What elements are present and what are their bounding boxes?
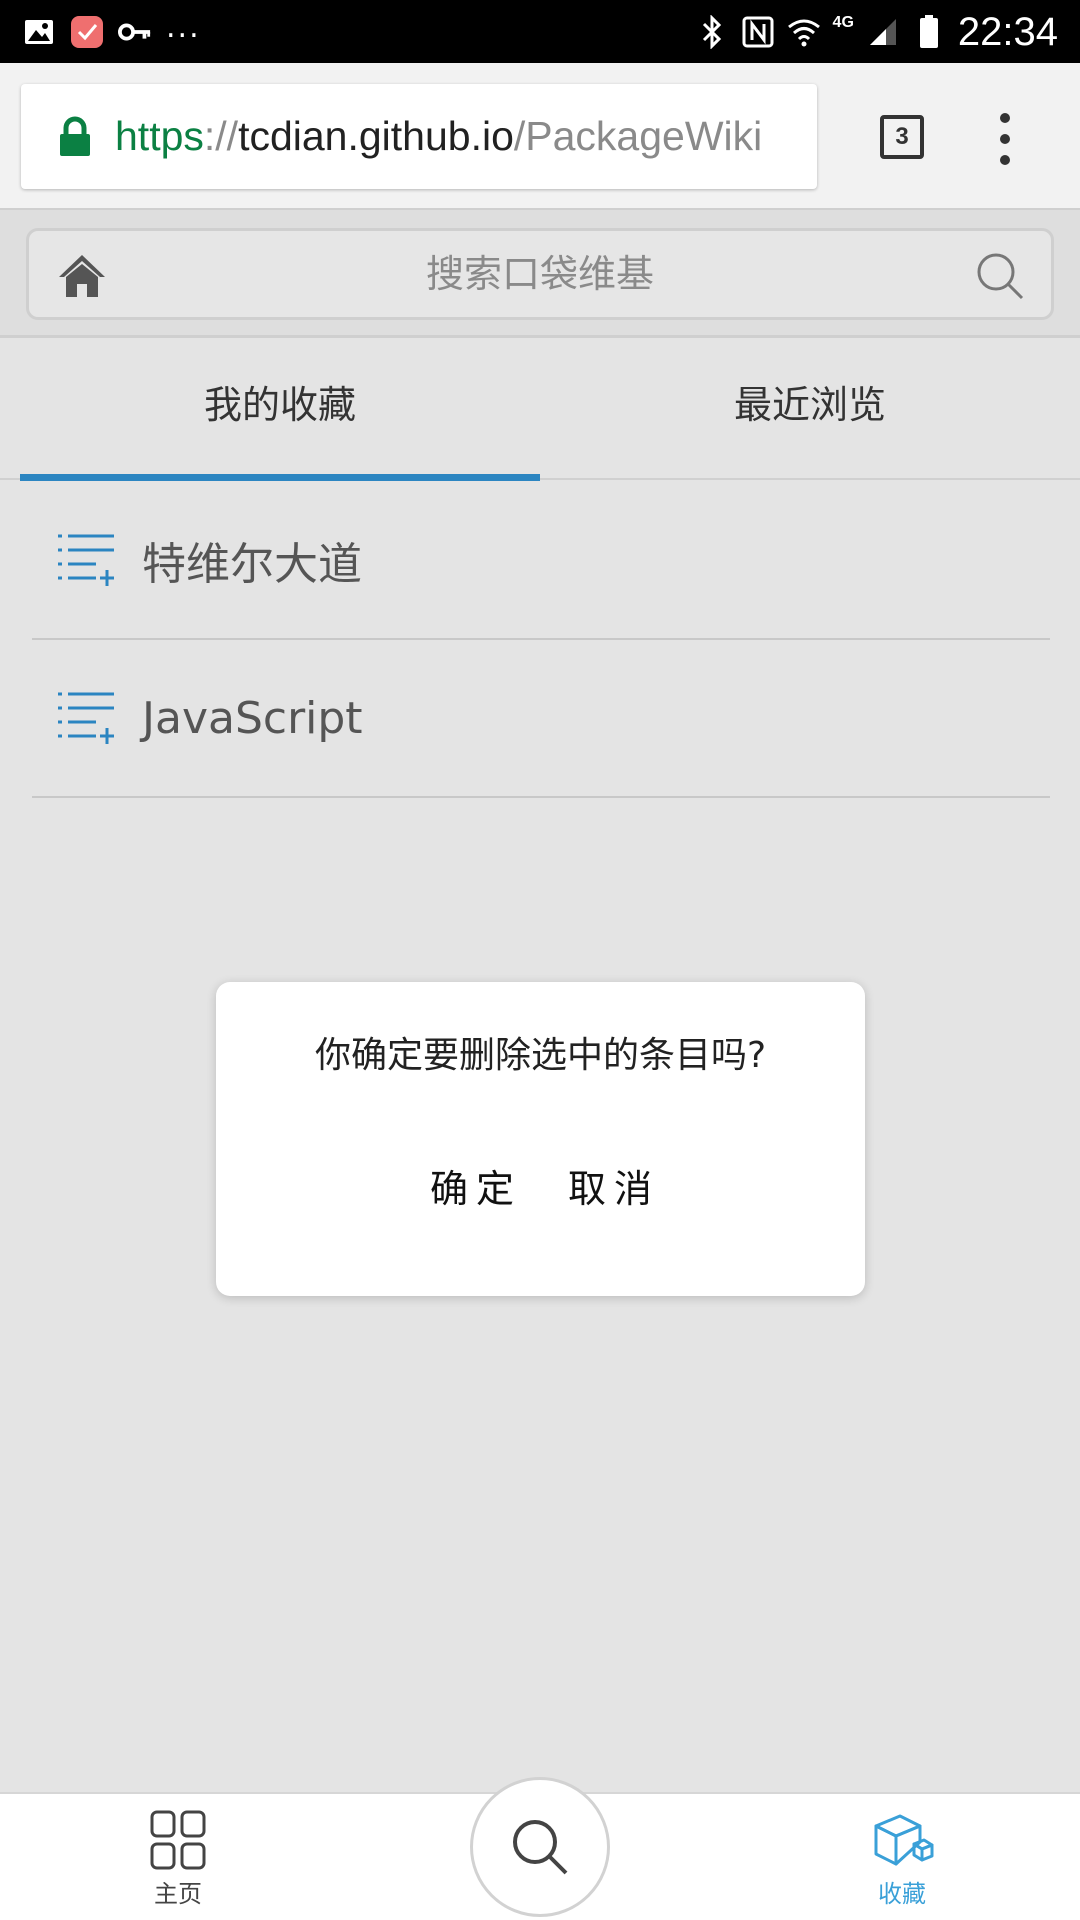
tab-favorites[interactable]: 我的收藏 [20,338,540,480]
cancel-button[interactable]: 取消 [568,1158,660,1213]
list-item-label: JavaScript [142,692,363,744]
app-header: 搜索口袋维基 [0,208,1080,338]
menu-dot [1000,155,1010,165]
battery-icon [912,15,946,49]
browser-toolbar: https://tcdian.github.io/PackageWiki 3 [0,63,1080,208]
nav-favorites-label: 收藏 [878,1880,926,1908]
lock-icon [60,116,90,156]
key-icon [118,15,152,49]
search-icon [513,1820,568,1875]
list-add-icon [58,534,114,586]
search-fab-button[interactable] [470,1777,610,1917]
clock: 22:34 [957,9,1058,54]
menu-dot [1000,134,1010,144]
favorites-list: 特维尔大道 JavaScript [32,482,1050,798]
status-bar: ... 4G 22:34 [0,0,1080,63]
system-icons: 4G 22:34 [695,8,1058,56]
grid-icon [150,1810,206,1870]
browser-menu-button[interactable] [990,113,1020,165]
bluetooth-icon [695,15,729,49]
url-scheme: https [115,113,204,159]
tab-count: 3 [895,123,909,150]
list-add-icon [58,692,114,744]
search-bar[interactable]: 搜索口袋维基 [26,228,1054,320]
image-notification-icon [22,15,56,49]
list-item-label: 特维尔大道 [142,539,362,590]
nfc-icon [741,15,775,49]
url-text[interactable]: https://tcdian.github.io/PackageWiki [115,113,762,160]
nav-home-label: 主页 [154,1880,202,1908]
app-notification-icon [70,15,104,49]
url-path: /PackageWiki [513,113,763,159]
url-bar[interactable]: https://tcdian.github.io/PackageWiki [21,84,817,189]
url-separator: :// [203,113,239,159]
search-icon[interactable] [975,251,1025,301]
network-type-label: 4G [832,14,854,31]
menu-dot [1000,113,1010,123]
more-notifications-indicator: ... [166,10,201,45]
notification-icons: ... [22,10,201,50]
tab-recent[interactable]: 最近浏览 [540,338,1080,480]
box-icon [874,1814,934,1866]
confirm-button[interactable]: 确定 [430,1158,522,1213]
search-placeholder[interactable]: 搜索口袋维基 [29,231,1051,317]
list-item[interactable]: JavaScript [32,640,1050,798]
dialog-message: 你确定要删除选中的条目吗? [314,1035,767,1076]
signal-icon [866,15,900,49]
list-item[interactable]: 特维尔大道 [32,482,1050,640]
tab-bar: 我的收藏 最近浏览 [0,338,1080,481]
nav-favorites[interactable]: 收藏 [842,1808,962,1909]
tab-switcher-button[interactable]: 3 [880,115,924,159]
wifi-icon [787,15,821,49]
active-tab-indicator [20,474,540,481]
nav-home[interactable]: 主页 [118,1808,238,1909]
confirm-delete-dialog: 你确定要删除选中的条目吗? 确定 取消 [216,982,865,1296]
url-host: tcdian.github.io [238,113,514,159]
